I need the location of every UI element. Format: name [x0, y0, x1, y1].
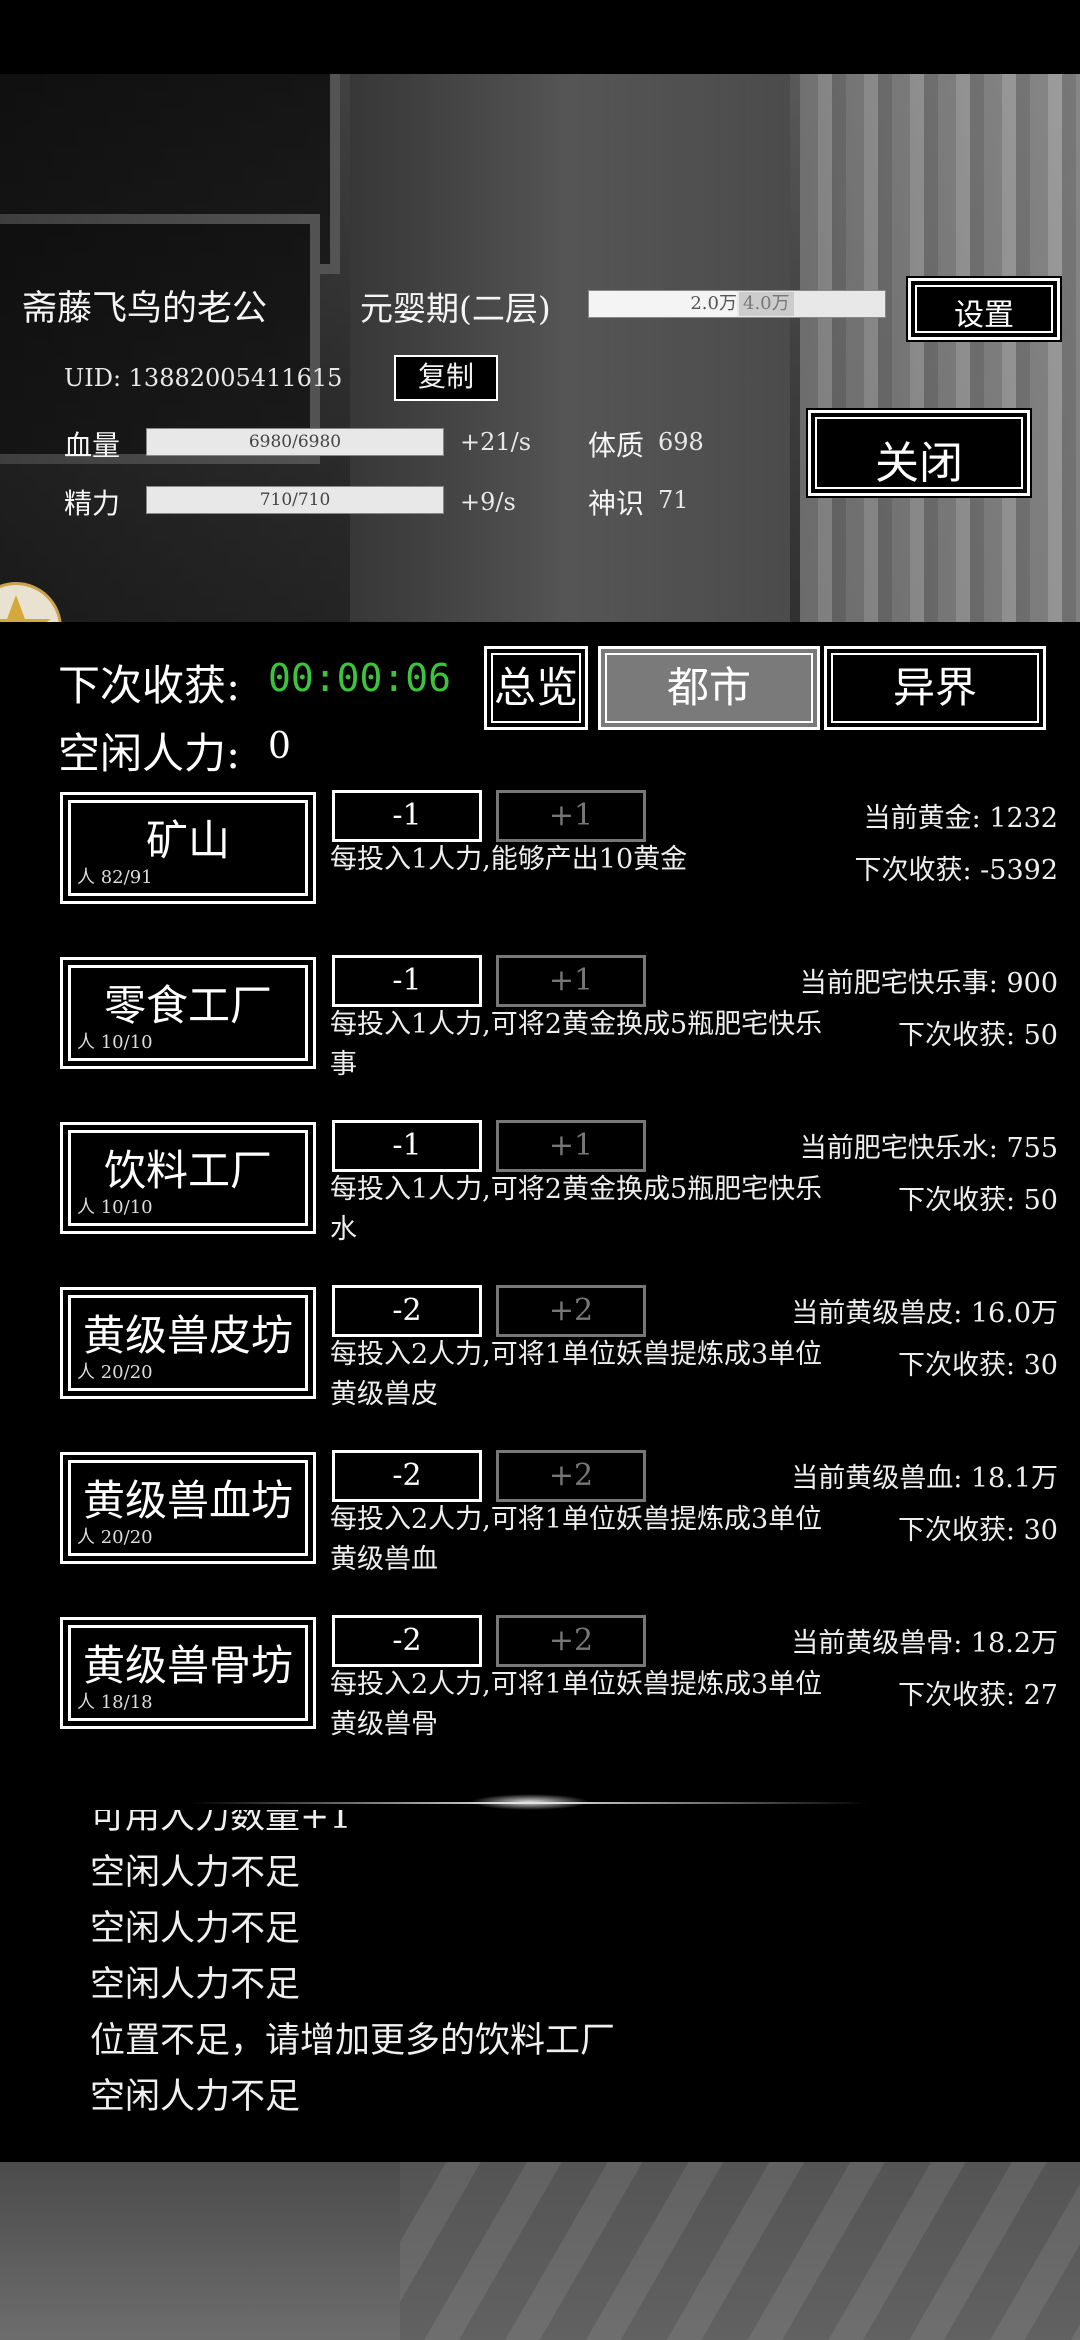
facility-current-stock: 当前黄级兽血: 18.1万: [791, 1463, 1058, 1494]
facility-card[interactable]: 饮料工厂 人 10/10: [60, 1122, 316, 1234]
realm-progress-bar: 2.0万 4.0万: [588, 290, 886, 318]
log-entry: 可用人力数量+1: [90, 1810, 352, 1837]
facility-name: 饮料工厂: [103, 1146, 272, 1195]
remove-worker-button[interactable]: -1: [332, 790, 482, 842]
facility-worker-count: 人 10/10: [77, 1032, 153, 1053]
facility-name: 黄级兽骨坊: [82, 1641, 293, 1690]
idle-labor-value: 0: [268, 726, 291, 767]
log-entry: 位置不足，请增加更多的饮料工厂: [90, 2021, 616, 2061]
facility-card[interactable]: 黄级兽皮坊 人 20/20: [60, 1287, 316, 1399]
spirit-value: 71: [658, 486, 689, 514]
facility-name: 黄级兽血坊: [82, 1476, 293, 1525]
facility-description: 每投入2人力,可将1单位妖兽提炼成3单位黄级兽血: [330, 1504, 823, 1575]
facility-name: 零食工厂: [103, 981, 272, 1030]
facility-worker-count: 人 18/18: [77, 1692, 153, 1713]
energy-bar: 710/710: [146, 486, 444, 514]
uid-text: UID: 13882005411615: [64, 364, 343, 392]
facility-next-harvest: 下次收获: 27: [897, 1680, 1058, 1711]
constitution-label: 体质: [588, 429, 645, 462]
harvest-timer: 00:00:06: [268, 656, 452, 700]
facility-worker-count: 人 10/10: [77, 1197, 153, 1218]
tab-overview-border: [491, 653, 581, 723]
close-button-label: 关闭: [875, 438, 963, 489]
facility-current-stock: 当前肥宅快乐事: 900: [799, 968, 1058, 999]
facility-worker-count: 人 82/91: [77, 867, 153, 888]
facility-card[interactable]: 矿山 人 82/91: [60, 792, 316, 904]
tab-city[interactable]: 都市: [598, 646, 820, 730]
remove-worker-button[interactable]: -2: [332, 1285, 482, 1337]
add-worker-button[interactable]: +2: [496, 1615, 646, 1667]
hp-bar: 6980/6980: [146, 428, 444, 456]
log-divider-ornament: [470, 1794, 590, 1810]
remove-worker-button[interactable]: -1: [332, 1120, 482, 1172]
hp-rate: +21/s: [460, 428, 532, 456]
facility-next-harvest: 下次收获: -5392: [854, 855, 1058, 886]
facility-card[interactable]: 零食工厂 人 10/10: [60, 957, 316, 1069]
facility-next-harvest: 下次收获: 30: [897, 1515, 1058, 1546]
facility-worker-count: 人 20/20: [77, 1362, 153, 1383]
facility-next-harvest: 下次收获: 50: [897, 1185, 1058, 1216]
idle-labor-label: 空闲人力:: [58, 729, 241, 778]
settings-button[interactable]: 设置: [906, 276, 1062, 342]
facility-name: 矿山: [145, 816, 230, 865]
facility-current-stock: 当前黄级兽皮: 16.0万: [791, 1298, 1058, 1329]
tab-otherworld[interactable]: 异界: [824, 646, 1046, 730]
facility-current-stock: 当前肥宅快乐水: 755: [799, 1133, 1058, 1164]
copy-uid-button[interactable]: 复制: [394, 355, 498, 401]
log-entry: 空闲人力不足: [90, 2077, 301, 2117]
settings-button-label: 设置: [954, 298, 1014, 333]
energy-rate: +9/s: [460, 488, 516, 516]
realm-progress-max: 4.0万: [739, 292, 794, 316]
add-worker-button[interactable]: +2: [496, 1450, 646, 1502]
add-worker-button[interactable]: +1: [496, 790, 646, 842]
footer-pattern: [400, 2162, 1080, 2340]
hp-value: 6980/6980: [248, 432, 342, 452]
log-entry: 空闲人力不足: [90, 1853, 301, 1893]
tab-otherworld-border: [831, 653, 1039, 723]
header-background: [0, 74, 1080, 622]
footer-background: [0, 2162, 1080, 2340]
tab-city-border: [605, 653, 813, 723]
add-worker-button[interactable]: +2: [496, 1285, 646, 1337]
realm-label: 元婴期(二层): [360, 289, 551, 328]
realm-progress-label: 2.0万: [690, 293, 737, 314]
player-name: 斋藤飞鸟的老公: [22, 289, 268, 329]
facility-current-stock: 当前黄级兽骨: 18.2万: [791, 1628, 1058, 1659]
facility-card[interactable]: 黄级兽骨坊 人 18/18: [60, 1617, 316, 1729]
facility-next-harvest: 下次收获: 50: [897, 1020, 1058, 1051]
add-worker-button[interactable]: +1: [496, 1120, 646, 1172]
facility-next-harvest: 下次收获: 30: [897, 1350, 1058, 1381]
remove-worker-button[interactable]: -2: [332, 1450, 482, 1502]
log-entry: 空闲人力不足: [90, 1965, 301, 2005]
facility-description: 每投入1人力,可将2黄金换成5瓶肥宅快乐水: [330, 1174, 823, 1245]
facility-description: 每投入1人力,能够产出10黄金: [330, 844, 688, 875]
facility-description: 每投入2人力,可将1单位妖兽提炼成3单位黄级兽骨: [330, 1669, 823, 1740]
energy-value: 710/710: [259, 490, 331, 510]
spirit-label: 神识: [588, 487, 645, 520]
facility-description: 每投入2人力,可将1单位妖兽提炼成3单位黄级兽皮: [330, 1339, 823, 1410]
message-log: 可用人力数量+1 空闲人力不足 空闲人力不足 空闲人力不足 位置不足，请增加更多的饮料工…: [0, 1810, 1080, 2160]
tab-overview[interactable]: 总览: [484, 646, 588, 730]
facility-worker-count: 人 20/20: [77, 1527, 153, 1548]
hp-label: 血量: [64, 429, 121, 462]
energy-label: 精力: [64, 487, 121, 520]
facility-card[interactable]: 黄级兽血坊 人 20/20: [60, 1452, 316, 1564]
remove-worker-button[interactable]: -2: [332, 1615, 482, 1667]
constitution-value: 698: [658, 428, 704, 456]
facility-current-stock: 当前黄金: 1232: [863, 803, 1058, 834]
remove-worker-button[interactable]: -1: [332, 955, 482, 1007]
add-worker-button[interactable]: +1: [496, 955, 646, 1007]
main-panel: 下次收获: 00:00:06 空闲人力: 0 总览 都市 异界 矿山 人 82/…: [0, 622, 1080, 2162]
log-entry: 空闲人力不足: [90, 1909, 301, 1949]
background-shade: [0, 74, 1080, 622]
close-button[interactable]: 关闭: [806, 408, 1032, 498]
facility-description: 每投入1人力,可将2黄金换成5瓶肥宅快乐事: [330, 1009, 823, 1080]
facility-name: 黄级兽皮坊: [82, 1311, 293, 1360]
next-harvest-label: 下次收获:: [58, 661, 241, 710]
